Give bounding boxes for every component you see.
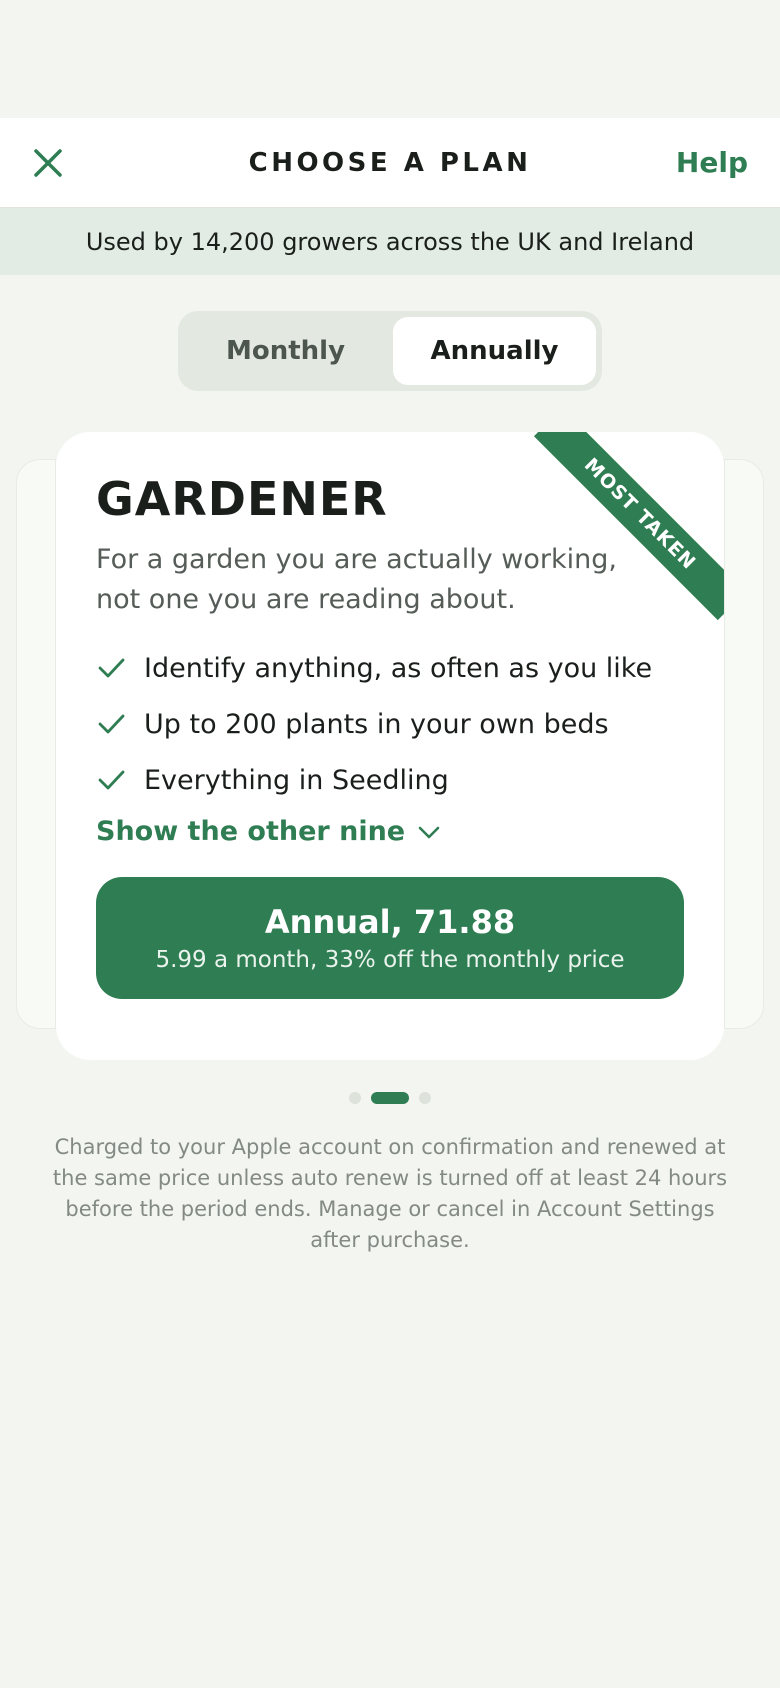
page-indicator [0,1092,780,1104]
plan-description: For a garden you are actually working, n… [96,544,617,615]
check-icon [98,658,125,678]
billing-toggle-wrapper: Monthly Annually [0,311,780,391]
subscribe-button-subtitle: 5.99 a month, 33% off the monthly price [155,947,625,973]
plan-carousel[interactable]: MOST TAKEN GARDENER For a garden you are… [0,432,780,1060]
feature-list: Identify anything, as often as you like … [96,640,684,808]
toggle-annually[interactable]: Annually [393,317,596,385]
check-icon [98,770,125,790]
close-icon [34,149,62,177]
next-plan-card-peek[interactable] [724,459,764,1029]
check-icon [98,714,125,734]
subscribe-button[interactable]: Annual, 71.88 5.99 a month, 33% off the … [96,877,684,999]
show-more-label: Show the other nine [96,816,406,847]
feature-item: Identify anything, as often as you like [96,640,684,696]
plan-card: MOST TAKEN GARDENER For a garden you are… [56,432,724,1060]
billing-toggle: Monthly Annually [178,311,602,391]
feature-item: Up to 200 plants in your own beds [96,696,684,752]
status-bar-space [0,0,780,118]
feature-item: Everything in Seedling [96,752,684,808]
legal-disclaimer: Charged to your Apple account on confirm… [52,1135,728,1252]
feature-label: Identify anything, as often as you like [144,652,653,684]
subscribe-button-title: Annual, 71.88 [264,903,516,941]
page-dot[interactable] [419,1092,431,1104]
feature-label: Up to 200 plants in your own beds [144,708,609,740]
help-link[interactable]: Help [676,146,748,179]
feature-label: Everything in Seedling [144,764,449,796]
toggle-monthly[interactable]: Monthly [184,317,387,385]
page-title: CHOOSE A PLAN [248,147,532,178]
social-proof-banner: Used by 14,200 growers across the UK and… [0,208,780,275]
previous-plan-card-peek[interactable] [16,459,56,1029]
page-dot-active[interactable] [371,1092,409,1104]
close-button[interactable] [28,143,68,183]
show-more-features-button[interactable]: Show the other nine [96,816,441,847]
nav-bar: CHOOSE A PLAN Help [0,118,780,208]
chevron-down-icon [418,826,440,838]
page-dot[interactable] [349,1092,361,1104]
